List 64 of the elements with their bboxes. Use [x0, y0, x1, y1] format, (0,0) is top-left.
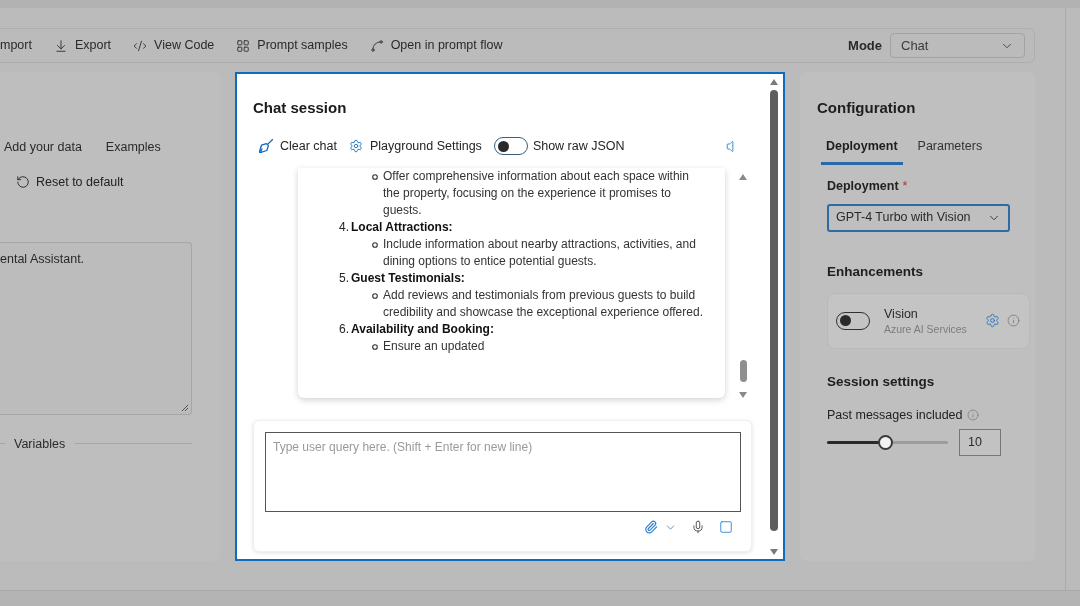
flow-icon — [369, 38, 384, 53]
list-text: Ensure an updated — [383, 338, 485, 355]
user-query-field[interactable]: Type user query here. (Shift + Enter for new line) — [265, 432, 741, 512]
microphone-icon[interactable] — [691, 520, 705, 534]
list-heading: Local Attractions: — [351, 219, 453, 236]
info-icon[interactable] — [1007, 314, 1020, 328]
resize-handle-icon[interactable] — [181, 403, 189, 412]
bullet-icon — [372, 344, 378, 350]
panel-tab[interactable]: Examples — [105, 138, 161, 157]
slider-thumb[interactable] — [877, 434, 893, 450]
panel-tab[interactable]: Add your data — [4, 138, 82, 157]
list-heading: Availability and Booking: — [351, 321, 494, 338]
chat-session-title: Chat session — [253, 98, 347, 118]
variables-heading: Variables — [14, 435, 66, 453]
bullet-icon — [372, 293, 378, 299]
settings-icon — [349, 139, 363, 153]
config-tab[interactable]: Parameters — [912, 135, 988, 165]
enhancement-name: Vision — [884, 305, 919, 322]
deployment-label: Deployment — [827, 177, 899, 195]
scroll-down-icon[interactable] — [739, 392, 747, 398]
toolbar-button[interactable]: View Code — [133, 36, 215, 55]
broom-icon — [259, 139, 273, 153]
list-number: 4. — [339, 219, 350, 236]
grid-icon — [236, 38, 251, 53]
paperclip-icon[interactable] — [644, 520, 658, 534]
raw-json-label: Show raw JSON — [532, 137, 625, 155]
reset-icon — [16, 175, 30, 190]
square-icon[interactable] — [719, 520, 733, 534]
list-text: Include information about nearby attractions, activities, and dining options to entice potential guests. — [383, 236, 697, 270]
list-number: 6. — [339, 321, 350, 338]
toolbar-button[interactable]: Open in prompt flow — [369, 36, 503, 55]
toolbar-button[interactable]: mport — [0, 36, 32, 55]
list-text: Add reviews and testimonials from previous guests to build credibility and showcase the exceptional experience offered. — [383, 287, 704, 321]
list-text: Offer comprehensive information about each space within the property, focusing on the experience it promises to guests. — [383, 168, 690, 219]
download-icon — [53, 38, 68, 53]
mode-dropdown[interactable]: Chat — [890, 33, 1025, 58]
scrollbar-thumb[interactable] — [770, 90, 778, 531]
toolbar-button[interactable]: Prompt samples — [236, 36, 348, 55]
configuration-title: Configuration — [817, 98, 916, 118]
scroll-up-icon[interactable] — [770, 79, 778, 85]
required-mark: * — [902, 177, 908, 195]
scroll-up-icon[interactable] — [739, 174, 747, 180]
reset-button[interactable]: Reset to default — [16, 172, 124, 192]
chat-toolbar-button[interactable]: Clear chat — [259, 136, 337, 156]
bullet-icon — [372, 242, 378, 248]
code-icon — [133, 38, 148, 53]
enhancement-provider: Azure AI Services — [884, 321, 967, 336]
config-tab[interactable]: Deployment — [821, 135, 903, 165]
list-number: 5. — [339, 270, 350, 287]
toolbar-button[interactable]: Export — [53, 36, 112, 55]
enhancements-heading: Enhancements — [827, 262, 924, 281]
deployment-dropdown[interactable]: GPT-4 Turbo with Vision — [827, 203, 1010, 232]
system-message-field[interactable]: ental Assistant. — [0, 241, 192, 415]
mode-label: Mode — [848, 36, 882, 55]
chat-toolbar-button[interactable]: Playground Settings — [349, 136, 482, 156]
session-settings-heading: Session settings — [827, 372, 935, 391]
list-heading: Guest Testimonials: — [351, 270, 465, 287]
raw-json-toggle[interactable] — [493, 137, 528, 155]
past-messages-label: Past messages included — [827, 407, 963, 424]
settings-icon[interactable] — [985, 313, 1000, 329]
past-messages-input[interactable]: 10 — [959, 428, 1001, 456]
bullet-icon — [372, 174, 378, 180]
scroll-down-icon[interactable] — [770, 549, 778, 555]
scrollbar-thumb[interactable] — [739, 360, 747, 382]
